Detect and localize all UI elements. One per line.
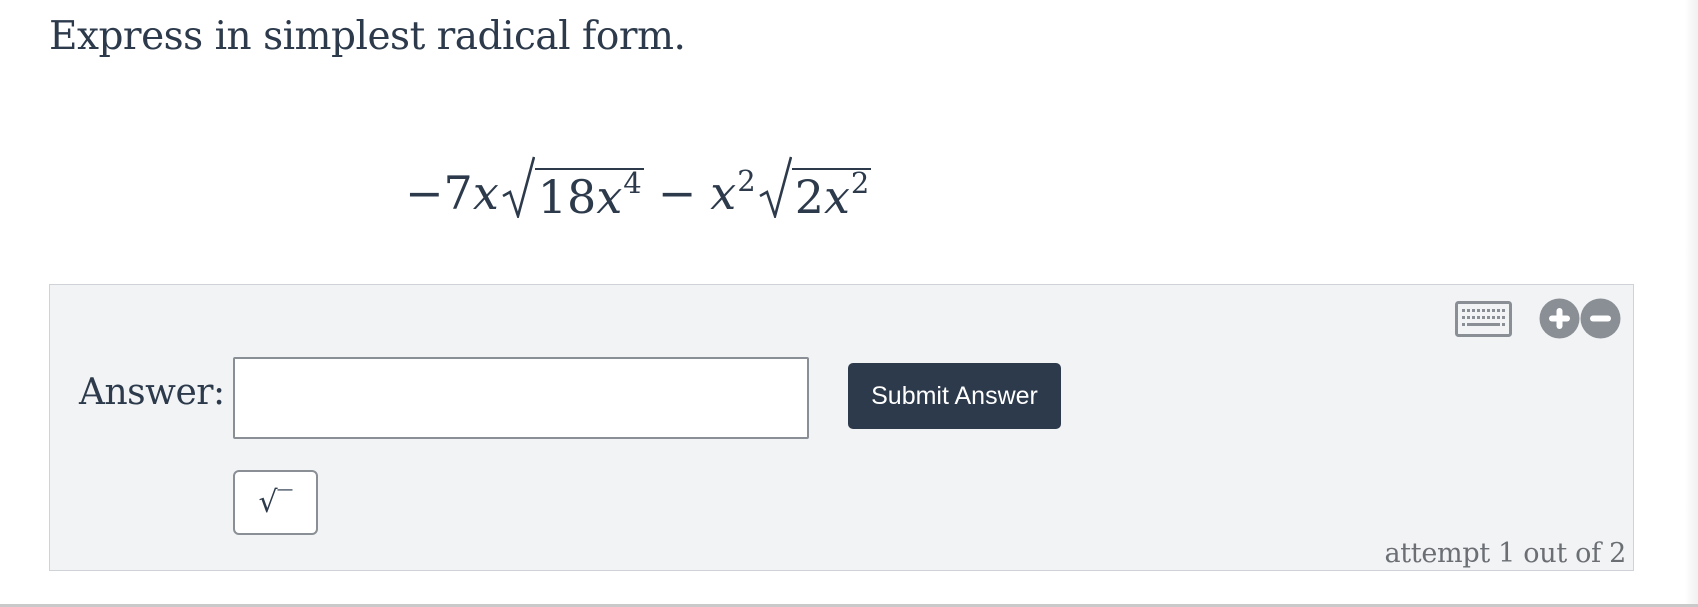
variable: x [710, 166, 737, 220]
radicand-2: 2 x 2 [791, 166, 872, 224]
radicand-exponent: 4 [623, 166, 642, 200]
radicand-variable: x [823, 170, 850, 224]
radicand-exponent: 2 [850, 166, 870, 200]
sqrt-icon: √‾ [258, 485, 293, 520]
zoom-out-button[interactable] [1580, 298, 1621, 339]
radical-sign-icon [759, 156, 792, 218]
negative-sign: − [405, 166, 444, 220]
minus-circle-icon [1580, 298, 1621, 339]
answer-input[interactable] [233, 357, 809, 439]
radicand-number: 2 [794, 170, 824, 224]
radical-sign-icon [502, 156, 535, 218]
page-edge-shadow [1684, 0, 1698, 607]
math-expression: − 7 x 18 x 4 − x 2 2 x 2 [405, 150, 872, 220]
answer-label: Answer: [79, 372, 225, 413]
radicand-number: 18 [537, 170, 597, 224]
variable-exponent: 2 [737, 164, 756, 198]
question-page: Express in simplest radical form. − 7 x … [0, 0, 1698, 607]
submit-answer-button[interactable]: Submit Answer [848, 363, 1061, 429]
square-root-button[interactable]: √‾ [233, 470, 318, 535]
minus-operator: − [657, 166, 697, 220]
radical-1: 18 x 4 [501, 156, 644, 220]
keyboard-icon [1455, 301, 1512, 337]
variable: x [472, 166, 499, 220]
radicand-1: 18 x 4 [534, 166, 644, 224]
radical-2: 2 x 2 [758, 156, 872, 220]
answer-panel: Answer: Submit Answer √‾ attempt 1 out o… [49, 284, 1634, 571]
attempt-counter: attempt 1 out of 2 [1384, 538, 1626, 569]
keyboard-toggle-button[interactable] [1455, 301, 1512, 337]
plus-circle-icon [1539, 298, 1580, 339]
question-prompt: Express in simplest radical form. [49, 14, 686, 59]
coefficient: 7 [443, 166, 473, 220]
radicand-variable: x [596, 170, 623, 224]
zoom-in-button[interactable] [1539, 298, 1580, 339]
